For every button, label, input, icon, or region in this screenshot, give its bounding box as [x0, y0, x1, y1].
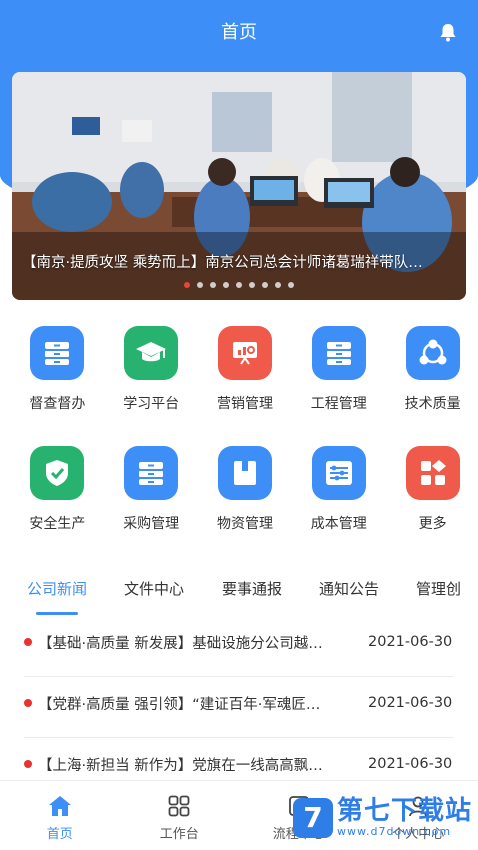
news-date: 2021-06-30	[368, 634, 453, 650]
app-label: 学习平台	[123, 396, 180, 412]
nav-label: 首页	[46, 827, 73, 842]
app-label: 安全生产	[29, 516, 86, 532]
tab-important-bulletin[interactable]: 要事通报	[222, 574, 282, 599]
carousel-dot[interactable]	[223, 282, 229, 288]
app-label: 督查督办	[29, 396, 86, 412]
news-bullet	[24, 760, 32, 768]
news-date: 2021-06-30	[368, 756, 453, 772]
app-procurement[interactable]: 采购管理	[106, 446, 197, 533]
news-date: 2021-06-30	[368, 695, 453, 711]
folder-stack-icon	[124, 446, 179, 500]
box-icon	[217, 446, 272, 500]
tab-document-center[interactable]: 文件中心	[124, 574, 184, 599]
app-label: 采购管理	[123, 516, 180, 532]
news-bullet	[24, 638, 32, 646]
app-learning-platform[interactable]: 学习平台	[106, 326, 197, 413]
shield-check-icon	[30, 446, 85, 500]
top-bar: 首页	[0, 0, 478, 62]
news-banner-carousel[interactable]: 【南京·提质攻坚 乘势而上】南京公司总会计师诸葛瑞祥带队…	[12, 72, 466, 300]
carousel-dot[interactable]	[236, 282, 242, 288]
presentation-chart-icon	[217, 326, 272, 380]
network-icon	[405, 326, 460, 380]
folder-stack-icon	[311, 326, 366, 380]
folder-stack-icon	[30, 326, 85, 380]
bell-icon[interactable]	[438, 22, 458, 42]
carousel-dot[interactable]	[262, 282, 268, 288]
watermark-title: 第七下载站	[336, 796, 472, 826]
app-label: 更多	[418, 516, 447, 532]
nav-workbench[interactable]: 工作台	[120, 781, 240, 850]
carousel-indicators	[12, 282, 466, 288]
app-marketing[interactable]: 营销管理	[200, 326, 291, 413]
app-label: 工程管理	[310, 396, 367, 412]
app-grid-row-1: 督查督办 学习平台 营销管理 工程管理 技术质量	[0, 326, 478, 413]
nav-home[interactable]: 首页	[0, 781, 120, 850]
watermark-url: www.d7down.com	[336, 825, 452, 838]
app-label: 成本管理	[310, 516, 367, 532]
watermark-badge: 7	[292, 797, 333, 838]
app-label: 营销管理	[216, 396, 273, 412]
carousel-dot[interactable]	[288, 282, 294, 288]
abacus-icon	[311, 446, 366, 500]
carousel-dot[interactable]	[210, 282, 216, 288]
watermark-logo: 7 第七下载站 www.d7down.com	[292, 796, 472, 838]
carousel-dot[interactable]	[197, 282, 203, 288]
news-title: 【党群·高质量 强引领】“建证百年·军魂匠…	[38, 696, 321, 713]
news-bullet	[24, 699, 32, 707]
news-item[interactable]: 【党群·高质量 强引领】“建证百年·军魂匠… 2021-06-30	[0, 673, 478, 733]
home-icon	[48, 796, 71, 816]
app-more[interactable]: 更多	[387, 446, 478, 533]
graduation-cap-icon	[124, 326, 179, 380]
nav-label: 工作台	[159, 827, 199, 842]
carousel-dot[interactable]	[184, 282, 190, 288]
news-item[interactable]: 【基础·高质量 新发展】基础设施分公司越… 2021-06-30	[0, 612, 478, 672]
app-safety[interactable]: 安全生产	[12, 446, 103, 533]
banner-caption: 【南京·提质攻坚 乘势而上】南京公司总会计师诸葛瑞祥带队…	[22, 255, 423, 271]
tab-notices[interactable]: 通知公告	[319, 574, 379, 599]
tab-management-innovation[interactable]: 管理创	[416, 574, 461, 599]
tab-company-news[interactable]: 公司新闻	[27, 574, 87, 615]
grid-icon	[168, 795, 190, 817]
app-materials[interactable]: 物资管理	[200, 446, 291, 533]
news-title: 【上海·新担当 新作为】党旗在一线高高飘…	[38, 757, 323, 774]
app-engineering[interactable]: 工程管理	[293, 326, 384, 413]
app-supervision[interactable]: 督查督办	[12, 326, 103, 413]
page-title: 首页	[221, 22, 257, 43]
news-title: 【基础·高质量 新发展】基础设施分公司越…	[38, 635, 323, 652]
app-label: 技术质量	[404, 396, 461, 412]
app-grid-row-2: 安全生产 采购管理 物资管理 成本管理 更多	[0, 446, 478, 533]
carousel-dot[interactable]	[275, 282, 281, 288]
more-grid-icon	[405, 446, 460, 500]
app-tech-quality[interactable]: 技术质量	[387, 326, 478, 413]
app-cost[interactable]: 成本管理	[293, 446, 384, 533]
app-label: 物资管理	[216, 516, 273, 532]
carousel-dot[interactable]	[249, 282, 255, 288]
